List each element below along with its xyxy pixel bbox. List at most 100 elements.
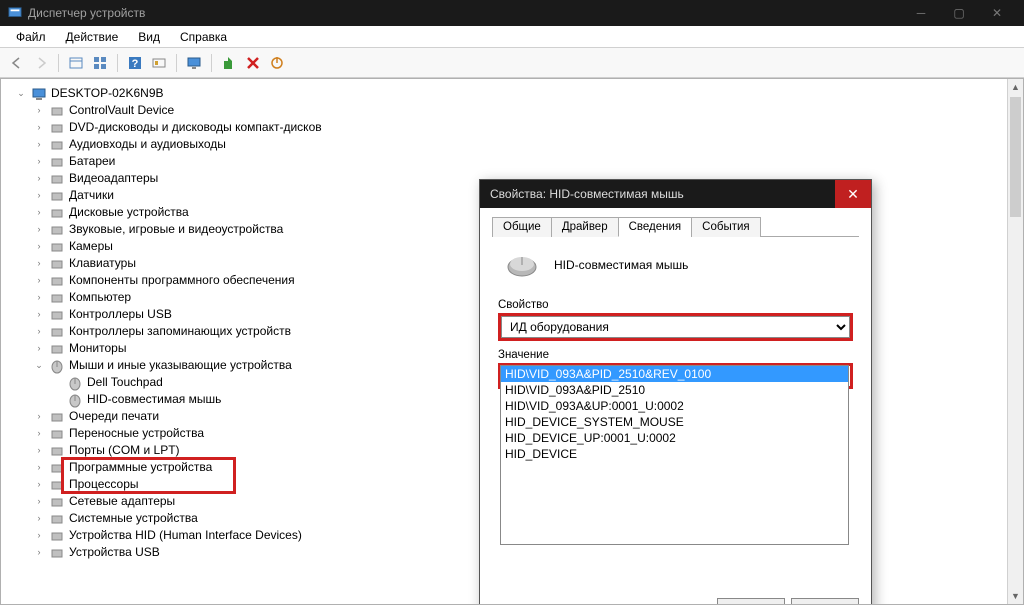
update-driver-button[interactable] xyxy=(218,52,240,74)
chevron-right-icon[interactable]: › xyxy=(33,139,45,151)
chevron-right-icon[interactable]: › xyxy=(33,190,45,202)
uninstall-button[interactable] xyxy=(242,52,264,74)
menu-help[interactable]: Справка xyxy=(170,28,237,46)
scroll-up-icon[interactable]: ▲ xyxy=(1008,79,1023,95)
help-button[interactable]: ? xyxy=(124,52,146,74)
device-category-icon xyxy=(49,154,65,170)
tab-driver[interactable]: Драйвер xyxy=(551,217,619,237)
cancel-button[interactable]: Отмена xyxy=(791,598,859,605)
tree-item[interactable]: ›Батареи xyxy=(31,153,1023,170)
chevron-right-icon[interactable]: › xyxy=(33,105,45,117)
tree-item-label: Сетевые адаптеры xyxy=(69,493,175,510)
svg-text:?: ? xyxy=(132,58,139,70)
chevron-right-icon[interactable]: › xyxy=(33,309,45,321)
chevron-right-icon[interactable]: › xyxy=(33,207,45,219)
tree-item[interactable]: ›ControlVault Device xyxy=(31,102,1023,119)
window-title: Диспетчер устройств xyxy=(28,6,902,20)
property-select[interactable]: ИД оборудования xyxy=(501,316,850,338)
value-label: Значение xyxy=(498,349,853,361)
list-item[interactable]: HID_DEVICE_SYSTEM_MOUSE xyxy=(501,414,848,430)
chevron-right-icon[interactable]: › xyxy=(33,428,45,440)
show-hidden-button[interactable] xyxy=(65,52,87,74)
chevron-right-icon[interactable] xyxy=(51,377,63,389)
tree-item-label: Дисковые устройства xyxy=(69,204,189,221)
tree-item-label: Устройства USB xyxy=(69,544,160,561)
minimize-button[interactable]: ─ xyxy=(902,0,940,26)
chevron-right-icon[interactable]: › xyxy=(33,513,45,525)
tree-item[interactable]: ›Аудиовходы и аудиовыходы xyxy=(31,136,1023,153)
chevron-right-icon[interactable]: › xyxy=(33,292,45,304)
disable-button[interactable] xyxy=(266,52,288,74)
tree-item[interactable]: ›DVD-дисководы и дисководы компакт-диско… xyxy=(31,119,1023,136)
ok-button[interactable]: OK xyxy=(717,598,785,605)
device-category-icon xyxy=(49,307,65,323)
menu-view[interactable]: Вид xyxy=(128,28,170,46)
device-category-icon xyxy=(49,477,65,493)
tree-item-label: Очереди печати xyxy=(69,408,159,425)
chevron-right-icon[interactable]: › xyxy=(33,496,45,508)
chevron-right-icon[interactable]: › xyxy=(33,530,45,542)
chevron-right-icon[interactable]: › xyxy=(33,343,45,355)
device-name-label: HID-совместимая мышь xyxy=(554,258,688,272)
menu-action[interactable]: Действие xyxy=(56,28,129,46)
chevron-right-icon[interactable]: › xyxy=(33,411,45,423)
chevron-right-icon[interactable]: › xyxy=(33,241,45,253)
device-category-icon xyxy=(49,443,65,459)
chevron-right-icon[interactable]: › xyxy=(33,326,45,338)
chevron-right-icon[interactable]: › xyxy=(33,156,45,168)
monitor-icon[interactable] xyxy=(183,52,205,74)
list-item[interactable]: HID_DEVICE xyxy=(501,446,848,462)
back-button[interactable] xyxy=(6,52,28,74)
list-item[interactable]: HID\VID_093A&PID_2510&REV_0100 xyxy=(501,366,848,382)
tab-general[interactable]: Общие xyxy=(492,217,552,237)
highlight-annotation: HID\VID_093A&PID_2510&REV_0100HID\VID_09… xyxy=(498,363,853,389)
chevron-right-icon[interactable]: › xyxy=(33,445,45,457)
chevron-right-icon[interactable]: › xyxy=(33,462,45,474)
tab-events[interactable]: События xyxy=(691,217,760,237)
device-category-icon xyxy=(49,409,65,425)
tree-item-label: Звуковые, игровые и видеоустройства xyxy=(69,221,283,238)
device-category-icon xyxy=(49,324,65,340)
scrollbar-vertical[interactable]: ▲ ▼ xyxy=(1007,79,1023,604)
value-listbox[interactable]: HID\VID_093A&PID_2510&REV_0100HID\VID_09… xyxy=(500,365,849,545)
highlight-annotation: ИД оборудования xyxy=(498,313,853,341)
scroll-down-icon[interactable]: ▼ xyxy=(1008,588,1023,604)
view-button[interactable] xyxy=(89,52,111,74)
list-item[interactable]: HID\VID_093A&UP:0001_U:0002 xyxy=(501,398,848,414)
close-button[interactable]: ✕ xyxy=(978,0,1016,26)
chevron-right-icon[interactable]: › xyxy=(33,479,45,491)
device-category-icon xyxy=(49,358,65,374)
chevron-right-icon[interactable]: › xyxy=(33,224,45,236)
device-category-icon xyxy=(49,120,65,136)
device-category-icon xyxy=(67,392,83,408)
device-category-icon xyxy=(49,137,65,153)
device-category-icon xyxy=(49,239,65,255)
expander-icon[interactable]: ⌄ xyxy=(15,88,27,100)
forward-button[interactable] xyxy=(30,52,52,74)
tab-details[interactable]: Сведения xyxy=(618,217,693,237)
dialog-title: Свойства: HID-совместимая мышь xyxy=(490,187,835,201)
scroll-thumb[interactable] xyxy=(1010,97,1021,217)
chevron-right-icon[interactable]: › xyxy=(33,173,45,185)
maximize-button[interactable]: ▢ xyxy=(940,0,978,26)
tree-item-label: Датчики xyxy=(69,187,114,204)
chevron-down-icon[interactable]: ⌄ xyxy=(33,360,45,372)
tree-item-label: Компоненты программного обеспечения xyxy=(69,272,295,289)
content-area: ⌄ DESKTOP-02K6N9B ›ControlVault Device›D… xyxy=(0,78,1024,605)
window-titlebar: Диспетчер устройств ─ ▢ ✕ xyxy=(0,0,1024,26)
mouse-icon xyxy=(502,251,542,279)
chevron-right-icon[interactable]: › xyxy=(33,547,45,559)
tree-item-label: Системные устройства xyxy=(69,510,198,527)
list-item[interactable]: HID_DEVICE_UP:0001_U:0002 xyxy=(501,430,848,446)
dialog-close-button[interactable]: ✕ xyxy=(835,180,871,208)
scan-button[interactable] xyxy=(148,52,170,74)
chevron-right-icon[interactable] xyxy=(51,394,63,406)
menu-file[interactable]: Файл xyxy=(6,28,56,46)
chevron-right-icon[interactable]: › xyxy=(33,122,45,134)
list-item[interactable]: HID\VID_093A&PID_2510 xyxy=(501,382,848,398)
computer-icon xyxy=(31,86,47,102)
tree-root[interactable]: ⌄ DESKTOP-02K6N9B xyxy=(13,85,1023,102)
chevron-right-icon[interactable]: › xyxy=(33,258,45,270)
chevron-right-icon[interactable]: › xyxy=(33,275,45,287)
tree-item-label: Программные устройства xyxy=(69,459,212,476)
